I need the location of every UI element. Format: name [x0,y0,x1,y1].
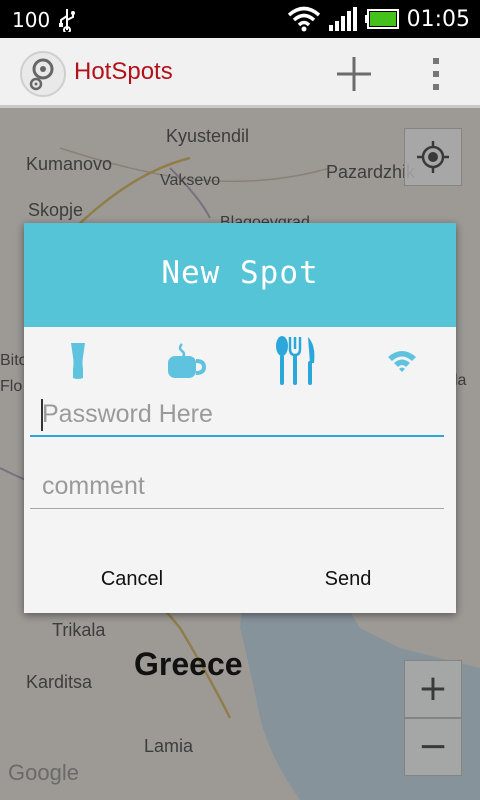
wifi-icon [388,351,416,372]
battery-icon [364,9,399,29]
status-right: 01:05 [287,6,470,32]
new-spot-dialog: New Spot Cancel Send [24,223,456,613]
cell-signal-icon [328,7,357,31]
add-spot-button[interactable] [334,54,374,94]
app-logo-icon[interactable] [20,51,66,97]
action-bar: HotSpots [0,38,480,108]
battery-level-text: 100 [12,8,51,32]
dialog-header: New Spot [24,223,456,327]
wifi-signal-icon [287,6,321,32]
status-bar: 100 01:05 [0,0,480,38]
category-restaurant-button[interactable] [268,335,324,387]
dialog-title: New Spot [161,255,319,291]
cancel-button[interactable]: Cancel [24,559,240,599]
status-left: 100 [12,8,76,32]
overflow-menu-button[interactable] [426,56,446,92]
plus-icon [337,57,371,91]
comment-field-container [30,465,444,509]
usb-icon [58,8,76,32]
app-title: HotSpots [74,58,173,85]
text-caret [41,399,43,431]
category-wifi-button[interactable] [374,335,430,387]
beer-glass-icon [71,343,85,379]
clock: 01:05 [406,6,470,32]
category-cafe-button[interactable] [158,335,214,387]
cutlery-icon [276,336,315,385]
coffee-cup-icon [168,343,206,378]
category-bar-button[interactable] [50,335,106,387]
password-field-container [30,393,444,437]
password-input[interactable] [30,393,444,435]
category-selector [24,331,456,389]
send-button[interactable]: Send [240,559,456,599]
comment-input[interactable] [30,465,444,507]
more-vertical-icon [433,58,439,90]
